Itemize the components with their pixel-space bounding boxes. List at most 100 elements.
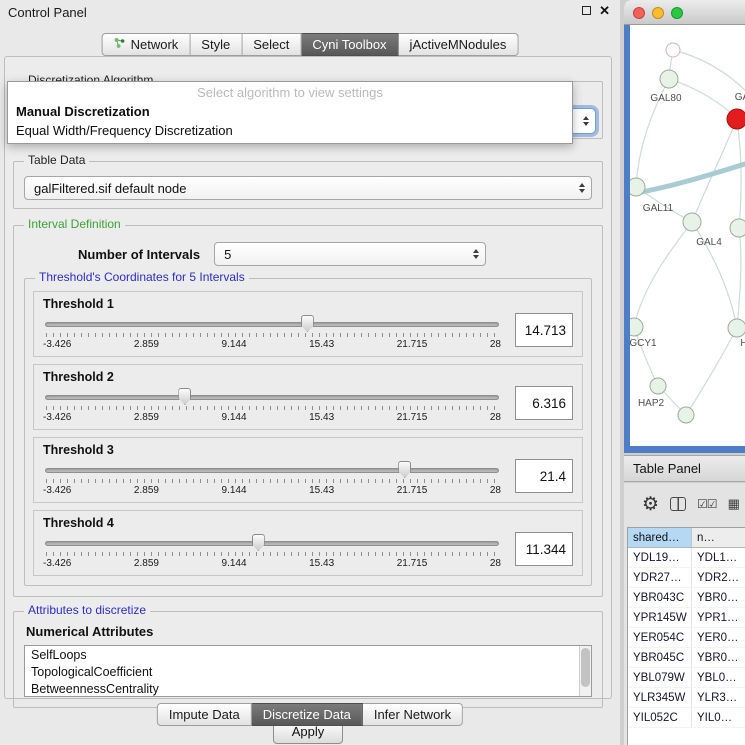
tab-jactivemnodules[interactable]: jActiveMNodules	[399, 33, 519, 56]
table-cell[interactable]: YBR0…	[692, 588, 745, 607]
scrollbar-thumb[interactable]	[581, 648, 590, 687]
algorithm-option[interactable]: Manual Discretization	[8, 102, 572, 121]
table-cell[interactable]: YBR043C	[628, 588, 692, 607]
slider-track[interactable]	[45, 468, 499, 473]
network-edge[interactable]	[686, 328, 737, 415]
tab-cyni-toolbox[interactable]: Cyni Toolbox	[301, 33, 398, 56]
table-cell[interactable]: YDL19…	[628, 548, 692, 567]
network-canvas[interactable]: GAL80GAGAL11GAL4GCY1HHAP2	[630, 25, 745, 446]
slider-thumb[interactable]	[398, 461, 411, 478]
network-edge[interactable]	[636, 163, 745, 193]
table-cell[interactable]: YDR2…	[692, 568, 745, 587]
number-of-intervals-spinner[interactable]: 5	[214, 242, 486, 266]
list-item[interactable]: SelfLoops	[25, 646, 591, 663]
column-header[interactable]: shared…	[628, 528, 692, 547]
threshold-slider[interactable]: -3.4262.8599.14415.4321.71528	[43, 314, 501, 354]
table-row[interactable]: YLR345WYLR3…	[628, 688, 745, 708]
table-row[interactable]: YBR043CYBR0…	[628, 588, 745, 608]
minimize-light[interactable]	[652, 7, 664, 19]
network-node[interactable]	[630, 318, 643, 336]
slider-track[interactable]	[45, 322, 499, 327]
tick-label: 21.715	[397, 339, 428, 350]
table-cell[interactable]: YBR0…	[692, 648, 745, 667]
network-edge[interactable]	[634, 327, 658, 386]
algorithm-option[interactable]: Equal Width/Frequency Discretization	[8, 121, 572, 140]
float-window-icon[interactable]	[582, 6, 591, 15]
table-cell[interactable]: YPR1…	[692, 608, 745, 627]
slider-track[interactable]	[45, 395, 499, 400]
table-grid-icon[interactable]: ▦	[728, 496, 740, 512]
table-cell[interactable]: YLR345W	[628, 688, 692, 707]
threshold-slider[interactable]: -3.4262.8599.14415.4321.71528	[43, 387, 501, 427]
threshold-slider[interactable]: -3.4262.8599.14415.4321.71528	[43, 533, 501, 573]
network-node[interactable]	[630, 178, 645, 196]
table-cell[interactable]: YIL052C	[628, 708, 692, 727]
table-row[interactable]: YER054CYER0…	[628, 628, 745, 648]
close-light[interactable]	[633, 7, 645, 19]
table-data-combobox[interactable]: galFiltered.sif default node	[24, 176, 592, 200]
select-columns-icon[interactable]: ☑☑	[697, 497, 717, 511]
table-cell[interactable]: YBR045C	[628, 648, 692, 667]
table-row[interactable]: YPR145WYPR1…	[628, 608, 745, 628]
table-row[interactable]: YBR045CYBR0…	[628, 648, 745, 668]
node-label: HAP2	[638, 398, 665, 409]
table-cell[interactable]: YIL0…	[692, 708, 745, 727]
table-cell[interactable]: YER0…	[692, 628, 745, 647]
gear-icon[interactable]: ⚙	[642, 495, 659, 514]
network-edge[interactable]	[634, 222, 692, 327]
network-edge[interactable]	[737, 119, 741, 228]
tab-impute-data[interactable]: Impute Data	[157, 703, 252, 726]
slider-track[interactable]	[45, 541, 499, 546]
zoom-light[interactable]	[671, 7, 683, 19]
tab-infer-network[interactable]: Infer Network	[363, 703, 463, 726]
threshold-slider[interactable]: -3.4262.8599.14415.4321.71528	[43, 460, 501, 500]
threshold-value-field[interactable]: 21.4	[515, 459, 573, 493]
list-item[interactable]: BetweennessCentrality	[25, 680, 591, 697]
table-row[interactable]: YDR27…YDR2…	[628, 568, 745, 588]
stepper-arrows-icon	[473, 249, 479, 259]
slider-thumb[interactable]	[252, 534, 265, 551]
slider-ticks	[46, 406, 498, 410]
column-header[interactable]: n…	[692, 528, 745, 547]
table-cell[interactable]: YBL079W	[628, 668, 692, 687]
table-cell[interactable]: YDR27…	[628, 568, 692, 587]
table-cell[interactable]: YLR3…	[692, 688, 745, 707]
network-node[interactable]	[660, 70, 678, 88]
tick-label: 15.43	[309, 485, 334, 496]
network-svg[interactable]: GAL80GAGAL11GAL4GCY1HHAP2	[630, 25, 745, 446]
attribute-listbox[interactable]: SelfLoopsTopologicalCoefficientBetweenne…	[24, 645, 592, 697]
threshold-value-field[interactable]: 6.316	[515, 386, 573, 420]
network-node[interactable]	[650, 378, 666, 394]
tick-label: 9.144	[222, 558, 247, 569]
network-node[interactable]	[728, 319, 745, 337]
network-window-titlebar[interactable]	[624, 0, 745, 25]
network-edge[interactable]	[673, 50, 745, 93]
columns-icon[interactable]	[670, 497, 686, 511]
network-node[interactable]	[683, 213, 701, 231]
network-node[interactable]	[678, 407, 694, 423]
close-icon[interactable]: ✕	[599, 5, 610, 16]
table-cell[interactable]: YPR145W	[628, 608, 692, 627]
tab-discretize-data[interactable]: Discretize Data	[252, 703, 363, 726]
threshold-value-field[interactable]: 14.713	[515, 313, 573, 347]
threshold-value-field[interactable]: 11.344	[515, 532, 573, 566]
list-scrollbar[interactable]	[579, 646, 591, 696]
slider-tick-labels: -3.4262.8599.14415.4321.71528	[43, 558, 501, 569]
table-row[interactable]: YIL052CYIL0…	[628, 708, 745, 728]
table-row[interactable]: YBL079WYBL0…	[628, 668, 745, 688]
table-cell[interactable]: YBL0…	[692, 668, 745, 687]
network-node[interactable]	[666, 43, 680, 57]
slider-thumb[interactable]	[301, 315, 314, 332]
table-cell[interactable]: YDL1…	[692, 548, 745, 567]
network-node[interactable]	[727, 109, 745, 129]
network-node[interactable]	[730, 219, 745, 237]
slider-thumb[interactable]	[178, 388, 191, 405]
tab-network[interactable]: Network	[102, 33, 191, 56]
list-item[interactable]: TopologicalCoefficient	[25, 663, 591, 680]
tab-style[interactable]: Style	[190, 33, 242, 56]
tab-select[interactable]: Select	[242, 33, 301, 56]
network-edge[interactable]	[737, 228, 741, 328]
table-row[interactable]: YDL19…YDL1…	[628, 548, 745, 568]
table-cell[interactable]: YER054C	[628, 628, 692, 647]
table-panel-header[interactable]: Table Panel	[624, 455, 745, 482]
